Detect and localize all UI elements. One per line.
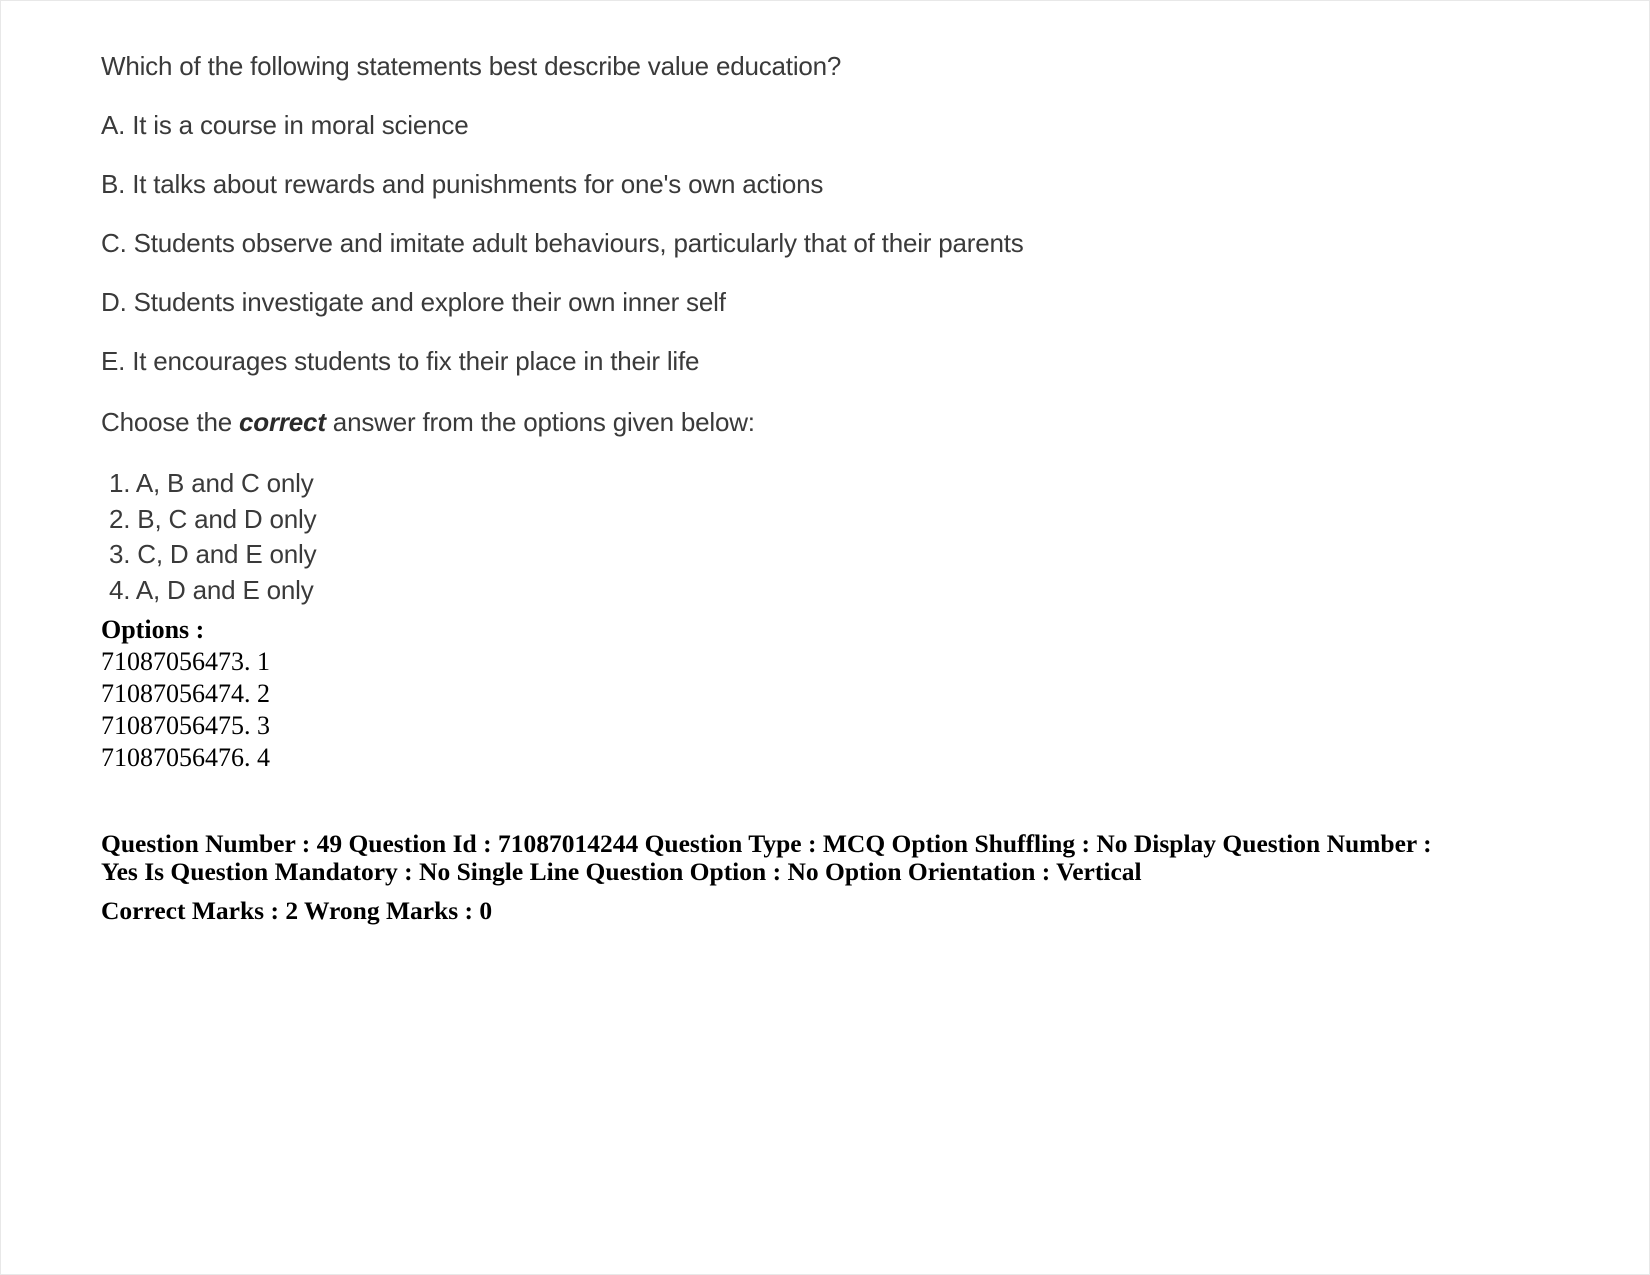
statement-e: E. It encourages students to fix their p… <box>101 346 700 376</box>
question-metadata: Question Number : 49 Question Id : 71087… <box>101 830 1446 925</box>
statement-d: D. Students investigate and explore thei… <box>101 287 726 317</box>
statement-a: A. It is a course in moral science <box>101 110 469 140</box>
question-block: Which of the following statements best d… <box>101 53 1471 374</box>
question-stem: Which of the following statements best d… <box>101 51 842 81</box>
options-heading: Options : <box>101 615 205 645</box>
answer-choice-2[interactable]: 2. B, C and D only <box>109 502 1471 538</box>
instruction-line: Choose the correct answer from the optio… <box>101 407 1471 438</box>
instruction-suffix: answer from the options given below: <box>325 407 755 437</box>
statement-c: C. Students observe and imitate adult be… <box>101 228 1024 258</box>
instruction-prefix: Choose the <box>101 407 240 437</box>
statement-b: B. It talks about rewards and punishment… <box>101 169 824 199</box>
answer-choice-4[interactable]: 4. A, D and E only <box>109 573 1471 609</box>
option-id-row-1: 71087056473. 1 <box>101 647 270 677</box>
metadata-line-2: Correct Marks : 2 Wrong Marks : 0 <box>101 896 493 926</box>
question-page: Which of the following statements best d… <box>0 0 1650 1275</box>
instruction-emphasis: correct <box>239 407 326 437</box>
answer-choice-3[interactable]: 3. C, D and E only <box>109 537 1471 573</box>
option-id-row-2: 71087056474. 2 <box>101 679 270 709</box>
options-section: Options : 71087056473. 1 71087056474. 2 … <box>101 614 1471 774</box>
answer-choice-list: 1. A, B and C only 2. B, C and D only 3.… <box>109 466 1471 608</box>
option-id-row-3: 71087056475. 3 <box>101 711 270 741</box>
answer-choice-1[interactable]: 1. A, B and C only <box>109 466 1471 502</box>
question-content: Which of the following statements best d… <box>101 53 1471 925</box>
option-id-row-4: 71087056476. 4 <box>101 743 270 773</box>
metadata-line-1: Question Number : 49 Question Id : 71087… <box>101 829 1432 886</box>
